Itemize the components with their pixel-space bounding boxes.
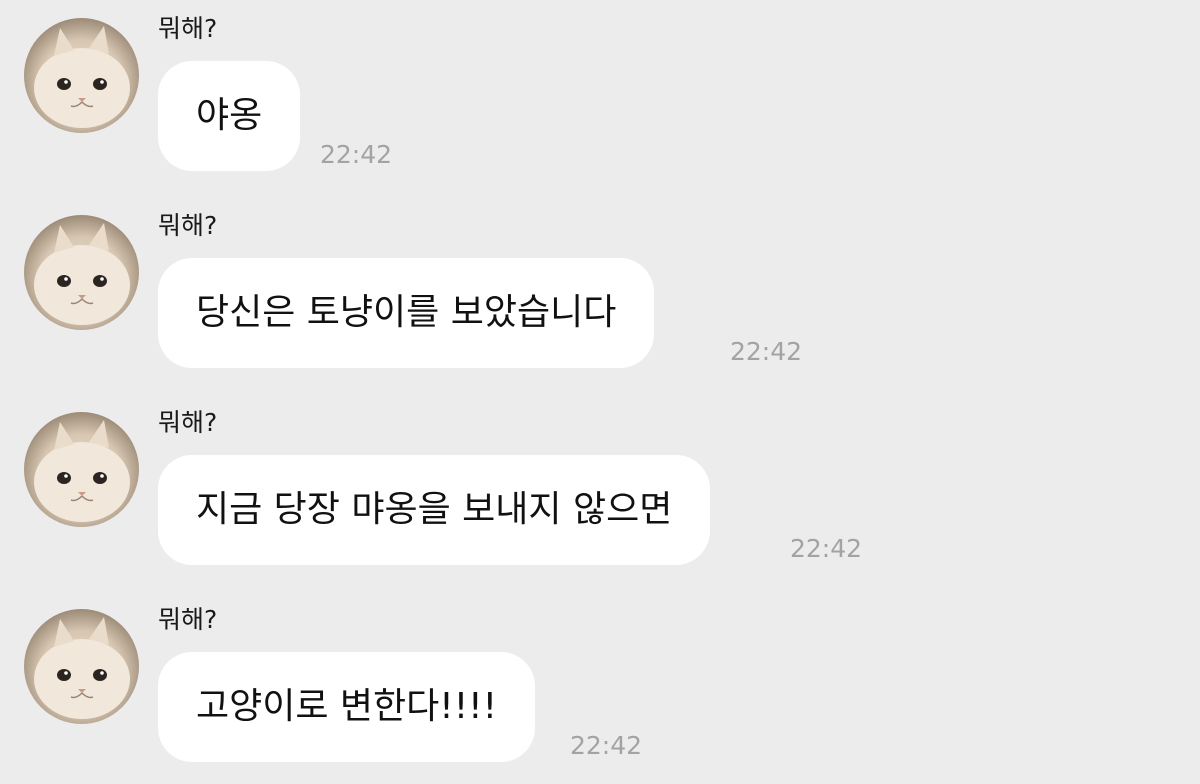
message-bubble[interactable]: 고양이로 변한다!!!! [158,652,536,762]
message-timestamp: 22:42 [790,534,863,563]
cat-avatar-icon[interactable] [24,412,139,527]
message-timestamp: 22:42 [570,731,643,760]
message-timestamp: 22:42 [320,140,393,169]
chat-window: 뭐해? 야옹 22:42 뭐해? 당신은 토냥이를 보았습니다 22:42 뭐해… [0,0,1200,784]
sender-name: 뭐해? [158,408,218,437]
message-row: 뭐해? 고양이로 변한다!!!! 22:42 [0,591,1200,781]
cat-avatar-icon[interactable] [24,609,139,724]
sender-name: 뭐해? [158,211,218,240]
message-bubble[interactable]: 야옹 [158,61,301,171]
sender-name: 뭐해? [158,14,218,43]
message-bubble[interactable]: 당신은 토냥이를 보았습니다 [158,258,655,368]
message-bubble[interactable]: 지금 당장 먀옹을 보내지 않으면 [158,455,711,565]
cat-avatar-icon[interactable] [24,18,139,133]
message-row: 뭐해? 지금 당장 먀옹을 보내지 않으면 22:42 [0,394,1200,584]
message-row: 뭐해? 야옹 22:42 [0,0,1200,190]
message-row: 뭐해? 당신은 토냥이를 보았습니다 22:42 [0,197,1200,387]
sender-name: 뭐해? [158,605,218,634]
message-timestamp: 22:42 [730,337,803,366]
cat-avatar-icon[interactable] [24,215,139,330]
